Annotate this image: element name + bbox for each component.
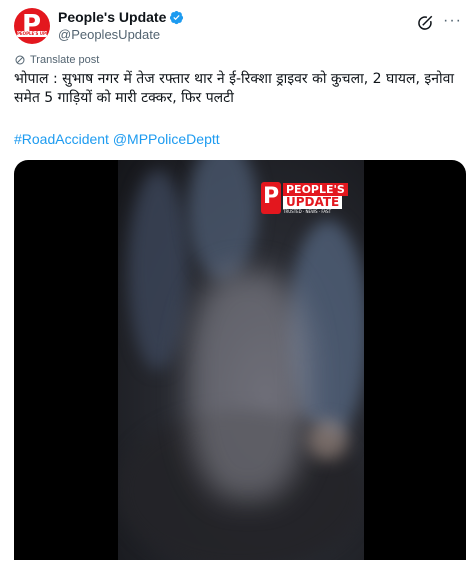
logo-letter: P <box>261 182 281 214</box>
video-player[interactable]: P PEOPLE'S UPDATE TRUSTED · NEWS · FAST <box>14 160 466 560</box>
verified-badge-icon <box>170 10 184 25</box>
avatar-band: PEOPLE'S UPDATE <box>17 31 47 37</box>
logo-tagline: TRUSTED · NEWS · FAST <box>283 209 332 214</box>
scene-figure-left <box>128 170 188 370</box>
display-name-text: People's Update <box>58 9 167 25</box>
logo-line2: UPDATE <box>283 196 343 209</box>
post-hashtags: #RoadAccident @MPPoliceDeptt <box>14 130 220 149</box>
author-handle[interactable]: @PeoplesUpdate <box>58 26 184 43</box>
hashtag-link[interactable]: #RoadAccident <box>14 131 109 147</box>
scene-arm <box>308 420 348 460</box>
translate-link[interactable]: Translate post <box>14 54 99 66</box>
author-display-name[interactable]: People's Update <box>58 9 184 26</box>
post-header: P PEOPLE'S UPDATE People's Update @Peopl… <box>14 6 462 44</box>
avatar[interactable]: P PEOPLE'S UPDATE <box>14 8 50 44</box>
translate-label: Translate post <box>30 54 100 66</box>
scene-figure-center <box>188 160 258 280</box>
mention-link[interactable]: @MPPoliceDeptt <box>113 131 220 147</box>
avatar-band-text: PEOPLE'S UPDATE <box>17 31 47 36</box>
translate-icon <box>15 55 25 65</box>
post-text: भोपाल : सुभाष नगर में तेज रफ्तार थार ने … <box>14 71 455 106</box>
more-options-icon[interactable]: ··· <box>443 12 462 30</box>
video-frame[interactable]: P PEOPLE'S UPDATE TRUSTED · NEWS · FAST <box>118 160 364 560</box>
grok-icon[interactable] <box>416 14 434 32</box>
author-names: People's Update @PeoplesUpdate <box>58 9 184 43</box>
video-watermark-logo: P PEOPLE'S UPDATE TRUSTED · NEWS · FAST <box>261 182 353 214</box>
blurred-region <box>188 270 308 500</box>
